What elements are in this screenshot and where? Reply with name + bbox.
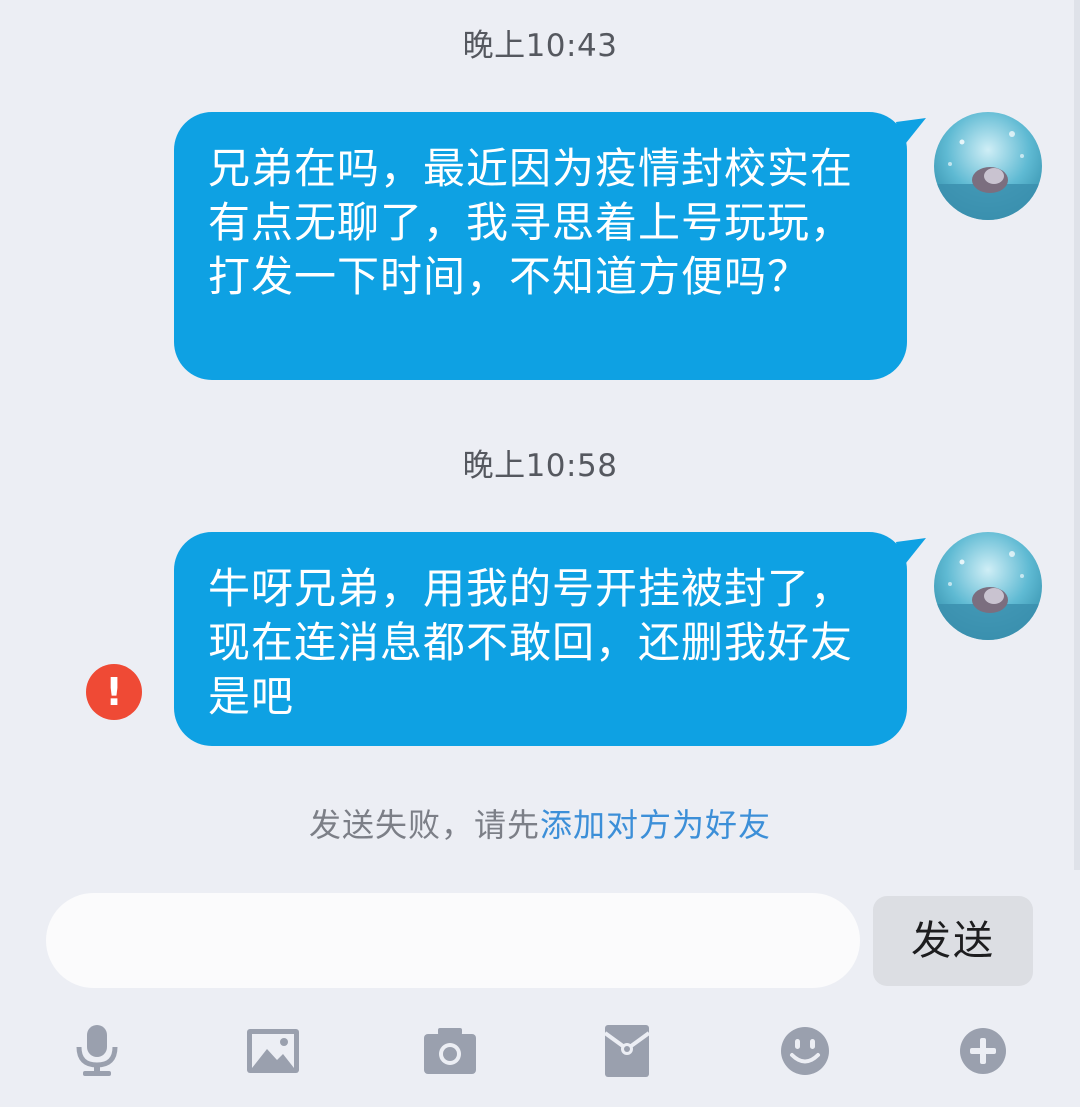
avatar[interactable] — [934, 112, 1042, 220]
voice-button[interactable] — [62, 1020, 132, 1082]
send-failed-text: 发送失败，请先 — [308, 806, 540, 844]
red-packet-icon — [605, 1025, 649, 1077]
plus-icon — [960, 1028, 1006, 1074]
image-icon — [247, 1029, 299, 1073]
avatar[interactable] — [934, 532, 1042, 640]
send-failed-icon[interactable]: ! — [86, 664, 142, 720]
emoji-icon — [781, 1027, 829, 1075]
add-friend-link[interactable]: 添加对方为好友 — [540, 806, 771, 844]
composer-bar: 发送 — [0, 870, 1080, 1107]
photo-button[interactable] — [238, 1020, 308, 1082]
avatar-seashell-image — [934, 532, 1042, 640]
camera-icon — [424, 1028, 476, 1074]
red-packet-button[interactable] — [592, 1020, 662, 1082]
send-button[interactable]: 发送 — [873, 896, 1033, 986]
camera-button[interactable] — [415, 1020, 485, 1082]
more-button[interactable] — [948, 1020, 1018, 1082]
bubble-tail — [896, 118, 926, 148]
avatar-seashell-image — [934, 112, 1042, 220]
microphone-icon — [76, 1025, 118, 1076]
scrollbar-track — [1074, 0, 1080, 870]
timestamp: 晚上10:58 — [462, 448, 618, 484]
send-failed-notice: 发送失败，请先添加对方为好友 — [0, 800, 1080, 846]
message-input[interactable] — [46, 893, 860, 988]
emoji-button[interactable] — [770, 1020, 840, 1082]
message-bubble[interactable]: 兄弟在吗，最近因为疫情封校实在有点无聊了，我寻思着上号玩玩，打发一下时间，不知道… — [174, 112, 907, 380]
timestamp: 晚上10:43 — [462, 28, 618, 64]
bubble-tail — [896, 538, 926, 568]
chat-area[interactable]: 晚上10:43 兄弟在吗，最近因为疫情封校实在有点无聊了，我寻思着上号玩玩，打发… — [0, 0, 1080, 870]
message-bubble[interactable]: 牛呀兄弟，用我的号开挂被封了，现在连消息都不敢回，还删我好友是吧 — [174, 532, 907, 746]
